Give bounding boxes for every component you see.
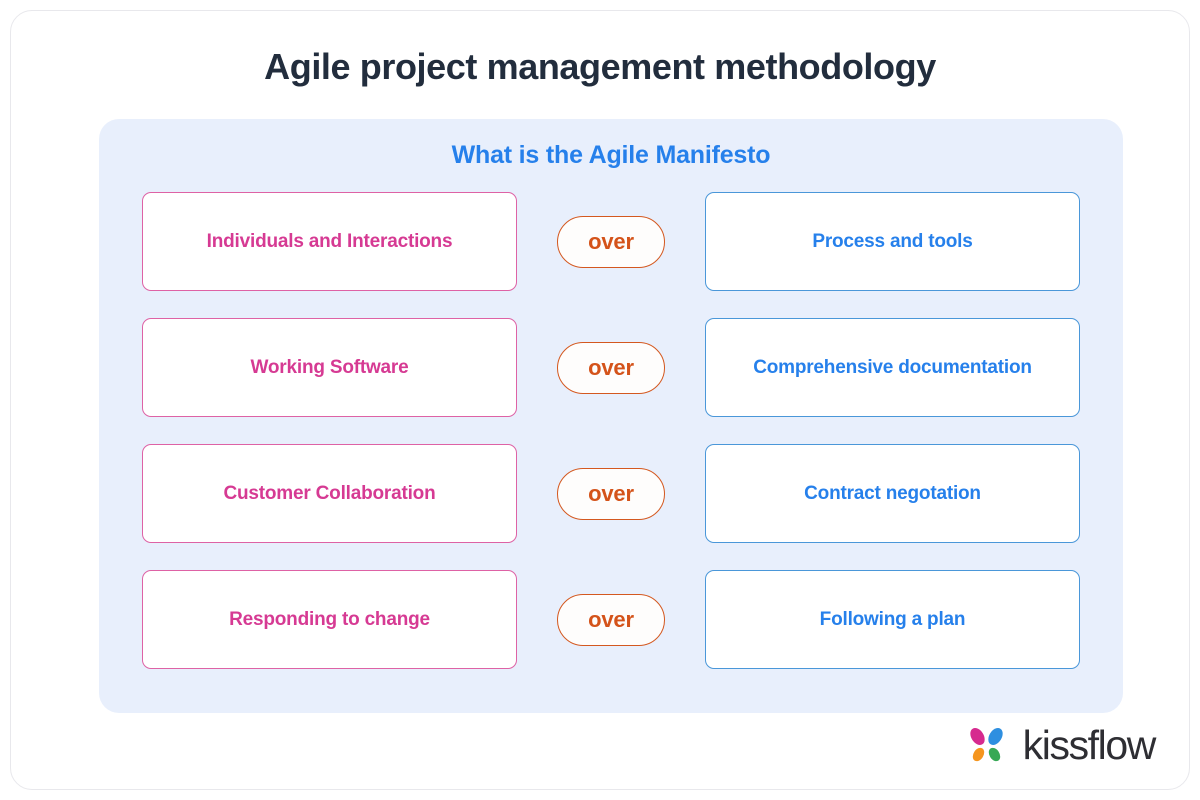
manifesto-row: Customer Collaboration over Contract neg… <box>142 444 1080 543</box>
traditional-value-card[interactable]: Following a plan <box>705 570 1080 669</box>
traditional-value-label: Contract negotation <box>804 482 981 504</box>
agile-value-label: Responding to change <box>229 608 430 630</box>
over-label: over <box>588 354 634 380</box>
traditional-value-label: Process and tools <box>812 230 973 252</box>
page-title: Agile project management methodology <box>264 46 936 87</box>
manifesto-row: Individuals and Interactions over Proces… <box>142 192 1080 291</box>
agile-value-card[interactable]: Working Software <box>142 318 517 417</box>
agile-value-label: Customer Collaboration <box>223 482 436 504</box>
kissflow-wordmark: kissflow <box>1022 721 1157 768</box>
panel-title: What is the Agile Manifesto <box>451 141 771 169</box>
traditional-value-label: Comprehensive documentation <box>753 356 1032 378</box>
manifesto-row: Responding to change over Following a pl… <box>142 570 1080 669</box>
traditional-value-label: Following a plan <box>819 608 966 630</box>
traditional-value-card[interactable]: Process and tools <box>705 192 1080 291</box>
traditional-value-card[interactable]: Comprehensive documentation <box>705 318 1080 417</box>
agile-value-card[interactable]: Responding to change <box>142 570 517 669</box>
traditional-value-card[interactable]: Contract negotation <box>705 444 1080 543</box>
kissflow-butterfly-icon <box>970 728 1003 762</box>
manifesto-row: Working Software over Comprehensive docu… <box>142 318 1080 417</box>
agile-value-label: Working Software <box>250 356 409 378</box>
over-connector: over <box>557 467 665 520</box>
over-label: over <box>588 480 634 506</box>
agile-value-label: Individuals and Interactions <box>206 230 453 252</box>
over-label: over <box>588 606 634 632</box>
over-connector: over <box>557 341 665 394</box>
over-connector: over <box>557 593 665 646</box>
agile-value-card[interactable]: Customer Collaboration <box>142 444 517 543</box>
over-label: over <box>588 228 634 254</box>
manifesto-rows: Individuals and Interactions over Proces… <box>99 192 1123 669</box>
agile-manifesto-panel: What is the Agile Manifesto Individuals … <box>99 119 1123 713</box>
agile-value-card[interactable]: Individuals and Interactions <box>142 192 517 291</box>
infographic-page: Agile project management methodology Wha… <box>0 0 1200 800</box>
kissflow-logo: kissflow <box>963 721 1157 768</box>
infographic-frame: Agile project management methodology Wha… <box>10 10 1190 790</box>
over-connector: over <box>557 215 665 268</box>
